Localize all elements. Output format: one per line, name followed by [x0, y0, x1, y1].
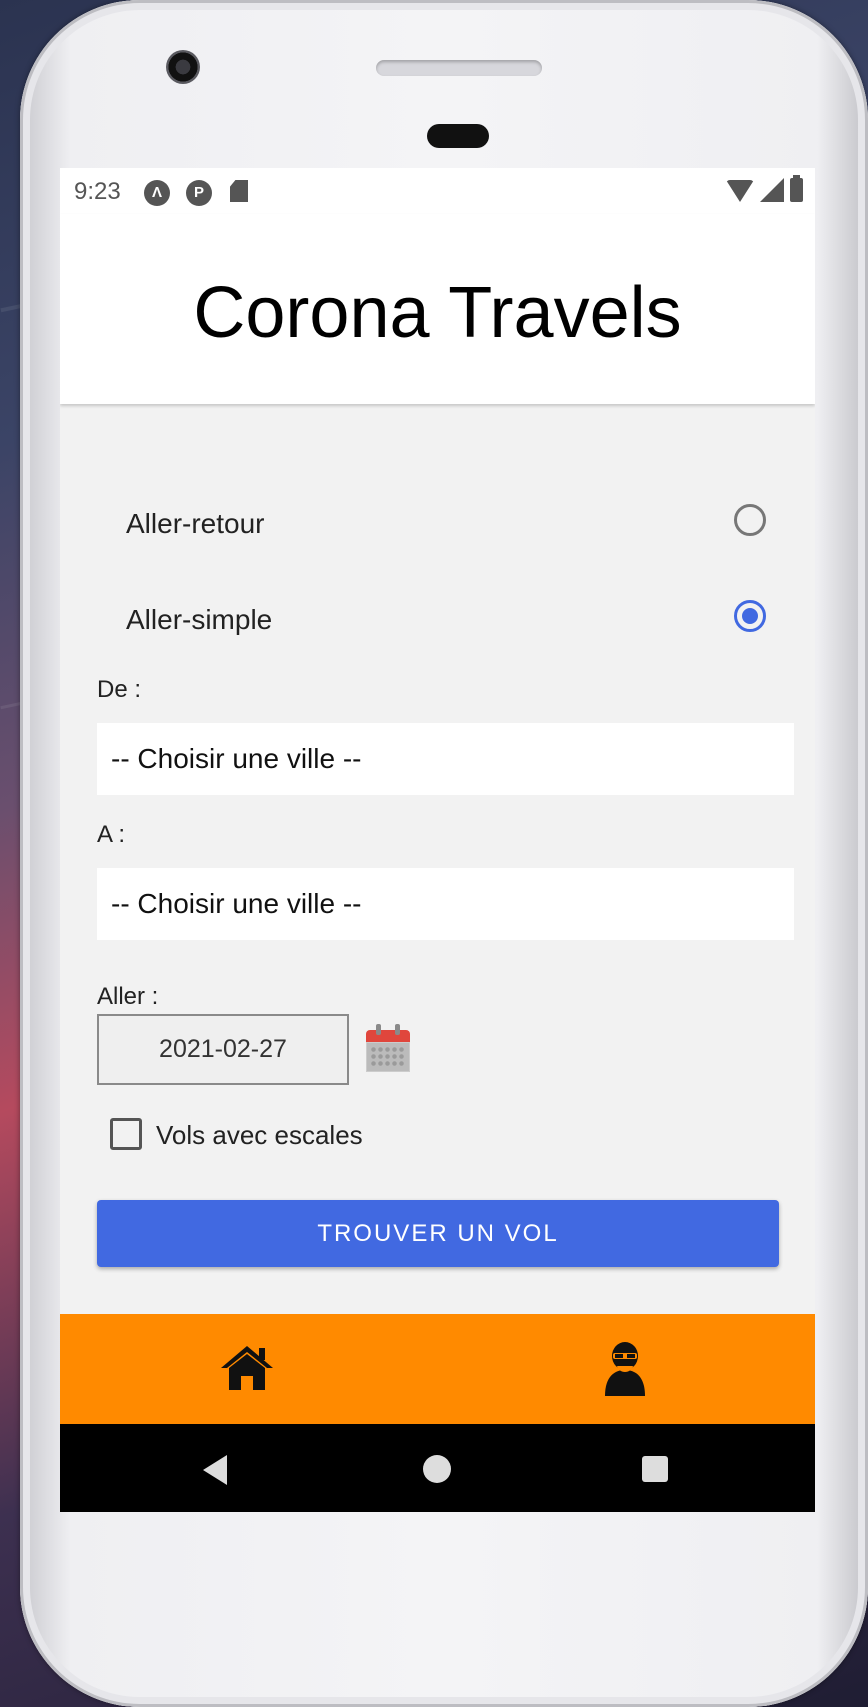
to-city-value: -- Choisir une ville --: [111, 888, 362, 919]
signal-icon: [760, 178, 784, 202]
from-city-value: -- Choisir une ville --: [111, 743, 362, 774]
page-title: Corona Travels: [193, 273, 682, 353]
calendar-header: [366, 1030, 410, 1042]
earpiece-speaker: [376, 60, 542, 76]
from-label: De :: [97, 676, 142, 703]
stopovers-label: Vols avec escales: [156, 1120, 363, 1150]
status-time: 9:23: [74, 178, 121, 205]
stopovers-option[interactable]: Vols avec escales: [110, 1116, 510, 1156]
system-navigation-bar: [60, 1424, 815, 1512]
profile-icon-graphic: [605, 1342, 645, 1396]
radio-label-round-trip: Aller-retour: [126, 508, 265, 539]
calendar-ring: [395, 1024, 400, 1035]
to-label: A :: [97, 821, 126, 848]
calendar-icon[interactable]: [366, 1024, 410, 1074]
battery-icon: [790, 175, 803, 202]
radio-button-round-trip[interactable]: [734, 504, 766, 536]
home-icon[interactable]: [219, 1344, 275, 1392]
departure-label: Aller :: [97, 983, 159, 1010]
notification-p-icon: P: [186, 180, 212, 206]
calendar-ring: [376, 1024, 381, 1035]
front-camera: [166, 50, 200, 84]
status-bar: 9:23 Λ P: [60, 168, 815, 214]
notification-a-icon: Λ: [144, 180, 170, 206]
to-city-select[interactable]: -- Choisir une ville --: [97, 868, 794, 940]
calendar-grid: [370, 1046, 406, 1068]
sd-card-icon: [230, 180, 248, 202]
app-screen: 9:23 Λ P Corona Travels Aller-retour All…: [60, 168, 815, 1512]
find-flight-button[interactable]: TROUVER UN VOL: [97, 1200, 779, 1267]
radio-label-one-way: Aller-simple: [126, 604, 273, 635]
status-right-icons: [726, 175, 803, 202]
app-header: Corona Travels: [60, 214, 815, 404]
from-city-select[interactable]: -- Choisir une ville --: [97, 723, 794, 795]
back-icon[interactable]: [203, 1455, 227, 1485]
bottom-nav: [60, 1314, 815, 1424]
radio-button-one-way[interactable]: [734, 600, 766, 632]
stopovers-checkbox[interactable]: [110, 1118, 142, 1150]
home-icon-graphic: [221, 1346, 273, 1390]
wifi-icon: [726, 180, 754, 202]
recent-apps-icon[interactable]: [642, 1456, 668, 1482]
radio-option-round-trip[interactable]: Aller-retour: [126, 494, 766, 554]
departure-date-input[interactable]: 2021-02-27: [97, 1014, 349, 1085]
profile-icon[interactable]: [603, 1340, 647, 1396]
radio-option-one-way[interactable]: Aller-simple: [126, 590, 766, 650]
proximity-sensor: [427, 124, 489, 148]
home-circle-icon[interactable]: [423, 1455, 451, 1483]
